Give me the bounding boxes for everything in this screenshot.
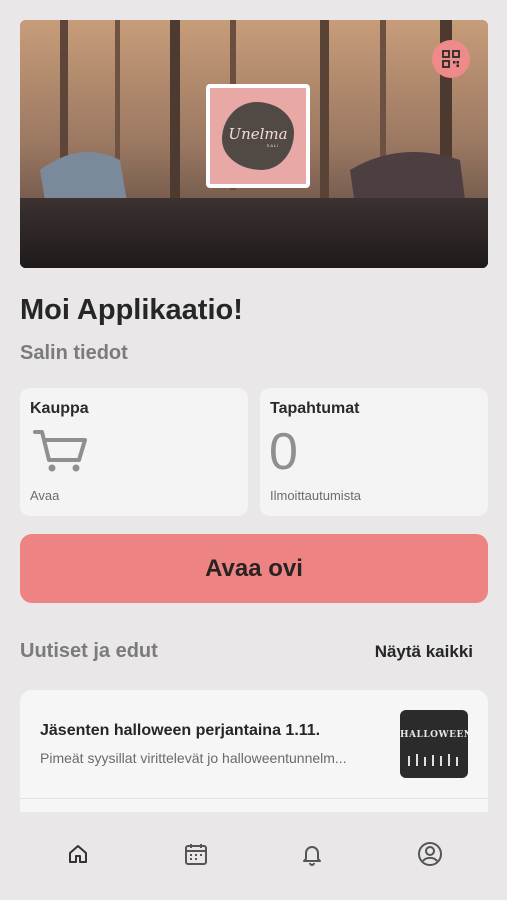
hero-banner: Unelma SALI <box>20 20 488 268</box>
news-item-thumbnail: HALLOWEEN <box>400 710 468 778</box>
events-card-title: Tapahtumat <box>270 400 360 417</box>
logo-subtext: SALI <box>266 142 280 148</box>
tab-calendar[interactable] <box>182 840 210 868</box>
shop-card-caption: Avaa <box>30 488 60 503</box>
bell-icon <box>303 846 321 866</box>
home-icon <box>69 845 87 863</box>
show-all-link[interactable]: Näytä kaikki <box>375 642 473 662</box>
section-title-gym-info: Salin tiedot <box>20 342 128 364</box>
tab-notifications[interactable] <box>298 840 326 868</box>
qr-code-button[interactable] <box>432 40 470 78</box>
qr-code-icon <box>442 50 460 68</box>
news-item-title: Jäsenten halloween perjantaina 1.11. <box>40 722 321 739</box>
greeting-title: Moi Applikaatio! <box>20 294 243 326</box>
news-item[interactable]: Jäsenten halloween perjantaina 1.11. Pim… <box>20 690 488 820</box>
user-icon <box>418 842 442 866</box>
shop-card-title: Kauppa <box>30 400 89 417</box>
open-door-button[interactable]: Avaa ovi <box>20 534 488 603</box>
bottom-tab-bar <box>0 812 507 900</box>
thumbnail-figures <box>408 754 458 766</box>
shopping-cart-icon <box>33 430 87 472</box>
calendar-icon <box>185 844 207 865</box>
tab-home[interactable] <box>64 840 92 868</box>
news-item-description: Pimeät syysillat virittelevät jo hallowe… <box>40 750 347 766</box>
registration-count: 0 <box>269 423 298 481</box>
gym-logo: Unelma SALI <box>206 84 310 188</box>
shop-card[interactable]: Kauppa Avaa <box>20 388 248 516</box>
events-card[interactable]: Tapahtumat 0 Ilmoittautumista <box>260 388 488 516</box>
logo-text: Unelma <box>228 124 288 143</box>
news-section-title: Uutiset ja edut <box>20 640 158 662</box>
tab-profile[interactable] <box>416 840 444 868</box>
events-card-caption: Ilmoittautumista <box>270 488 362 503</box>
